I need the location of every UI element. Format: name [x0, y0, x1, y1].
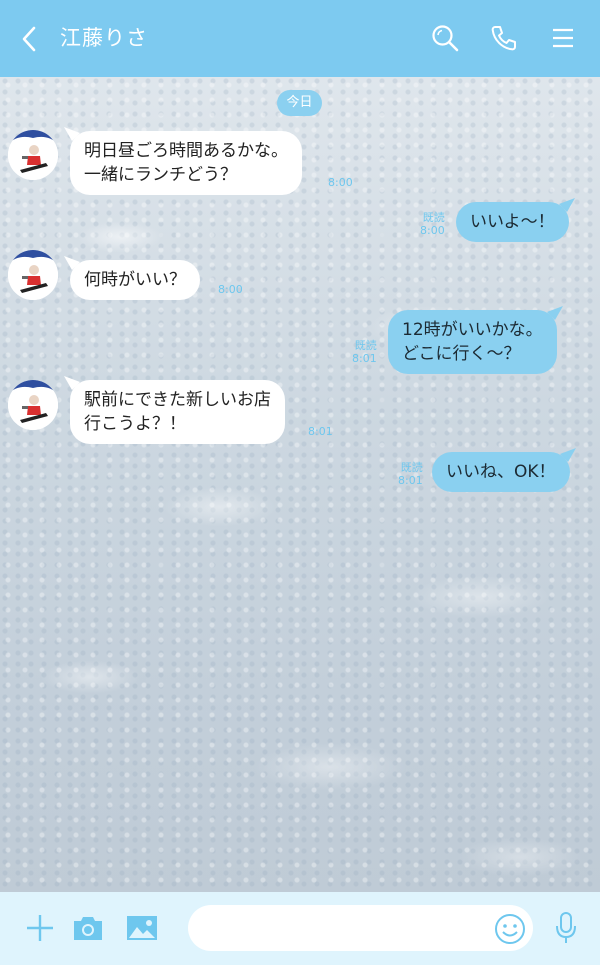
message-line: いいね、OK！ — [446, 462, 556, 482]
mic-button[interactable] — [554, 911, 578, 945]
date-separator: 今日 — [277, 90, 322, 116]
search-button[interactable] — [430, 23, 460, 53]
input-bar — [0, 892, 600, 965]
menu-button[interactable] — [549, 23, 579, 53]
avatar[interactable] — [8, 130, 58, 180]
bubble-tail — [64, 256, 80, 270]
emoji-button[interactable] — [494, 913, 526, 945]
phone-icon — [491, 26, 516, 51]
bubble-tail — [559, 448, 576, 462]
outgoing-message[interactable]: 12時がいいかな。 どこに行く〜？ — [388, 306, 563, 374]
bubble-tail — [64, 376, 80, 390]
snowboarder-avatar-icon — [8, 130, 58, 180]
snowboarder-avatar-icon — [8, 250, 58, 300]
back-button[interactable] — [16, 24, 44, 54]
camera-icon — [74, 917, 102, 940]
back-arrow-icon — [22, 26, 36, 52]
message-time: 8:00 — [328, 176, 353, 189]
read-receipt: 既読 — [400, 461, 423, 474]
outgoing-message[interactable]: いいね、OK！ — [432, 448, 576, 492]
image-button[interactable] — [126, 913, 158, 943]
message-line: 何時がいい？ — [84, 270, 186, 290]
message-line: 行こうよ？！ — [84, 414, 186, 434]
message-line: 駅前にできた新しいお店 — [84, 390, 271, 410]
message-meta: 既読 8:00 — [420, 211, 445, 237]
bubble-tail — [64, 127, 80, 141]
avatar[interactable] — [8, 250, 58, 300]
add-icon — [27, 915, 53, 941]
bubble-tail — [546, 306, 563, 320]
avatar[interactable] — [8, 380, 58, 430]
message-line: 明日昼ごろ時間あるかな。 — [84, 141, 288, 161]
read-receipt: 既読 — [422, 211, 445, 224]
call-button[interactable] — [489, 23, 519, 53]
camera-button[interactable] — [72, 914, 104, 942]
message-meta: 既読 8:01 — [398, 461, 423, 487]
message-time: 8:01 — [398, 474, 423, 487]
message-input[interactable] — [188, 905, 533, 951]
incoming-message[interactable]: 明日昼ごろ時間あるかな。 一緒にランチどう？ — [64, 127, 302, 195]
bubble-tail — [558, 198, 575, 212]
chat-header: 江藤りさ — [0, 0, 600, 77]
snowboarder-avatar-icon — [8, 380, 58, 430]
read-receipt: 既読 — [354, 339, 377, 352]
message-line: 12時がいいかな。 — [402, 320, 543, 340]
message-meta: 8:00 — [328, 176, 353, 189]
message-meta: 8:01 — [308, 425, 333, 438]
outgoing-message[interactable]: いいよ〜！ — [456, 198, 575, 242]
message-meta: 8:00 — [218, 283, 243, 296]
message-time: 8:00 — [420, 224, 445, 237]
message-time: 8:01 — [308, 425, 333, 438]
menu-icon — [553, 28, 573, 48]
incoming-message[interactable]: 駅前にできた新しいお店 行こうよ？！ — [64, 376, 285, 444]
message-time: 8:00 — [218, 283, 243, 296]
chat-title: 江藤りさ — [60, 26, 148, 50]
message-line: 一緒にランチどう？ — [84, 165, 237, 185]
search-icon — [432, 25, 459, 52]
add-button[interactable] — [24, 912, 56, 944]
message-meta: 既読 8:01 — [352, 339, 377, 365]
message-time: 8:01 — [352, 352, 377, 365]
incoming-message[interactable]: 何時がいい？ — [64, 256, 200, 300]
emoji-icon — [495, 914, 525, 944]
image-icon — [127, 916, 157, 940]
mic-icon — [556, 912, 576, 943]
message-line: どこに行く〜？ — [402, 344, 521, 364]
message-line: いいよ〜！ — [470, 212, 555, 232]
